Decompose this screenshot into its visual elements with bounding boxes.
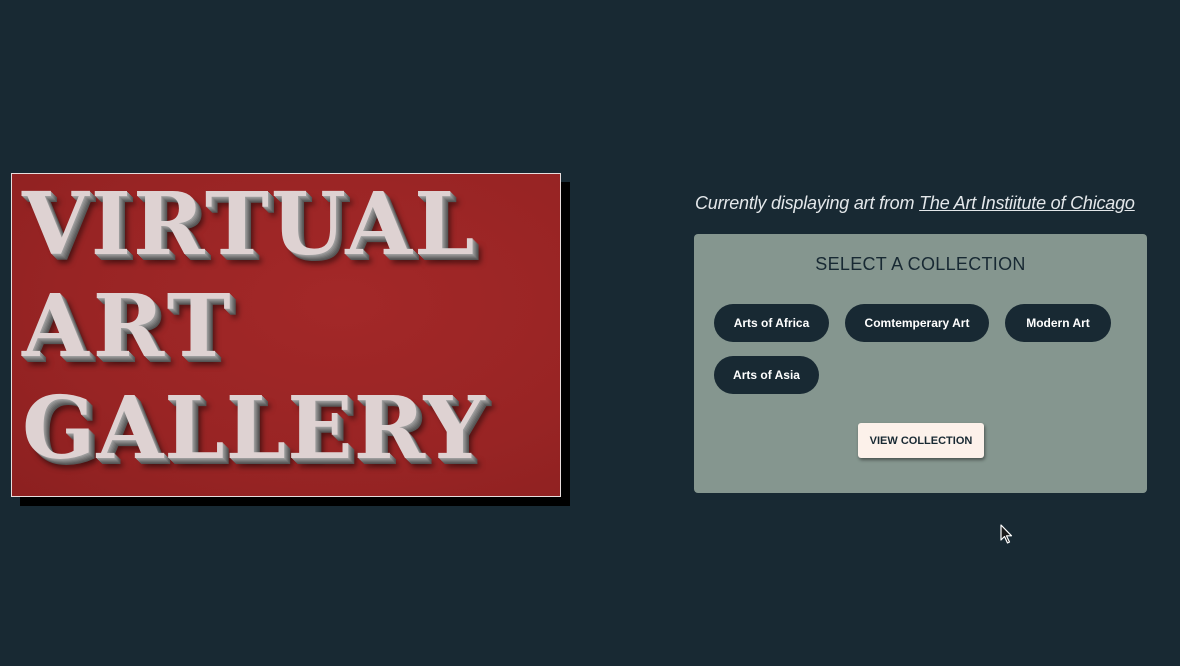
source-link[interactable]: The Art Instiitute of Chicago (919, 193, 1135, 213)
collection-button-arts-of-asia[interactable]: Arts of Asia (714, 356, 819, 394)
collection-button-arts-of-africa[interactable]: Arts of Africa (714, 304, 829, 342)
mouse-pointer-icon (1000, 524, 1013, 544)
hero-logo: VIRTUAL ART GALLERY (11, 173, 570, 506)
collection-button-modern-art[interactable]: Modern Art (1005, 304, 1111, 342)
collection-button-contemporary-art[interactable]: Comtemperary Art (845, 304, 989, 342)
hero-banner: VIRTUAL ART GALLERY (11, 173, 561, 497)
view-collection-button[interactable]: VIEW COLLECTION (858, 423, 984, 458)
hero-title-line-2: ART (22, 276, 235, 377)
hero-title-line-1: VIRTUAL (22, 174, 477, 275)
panel-title: SELECT A COLLECTION (815, 254, 1026, 274)
collection-panel: SELECT A COLLECTION Arts of Africa Comte… (694, 234, 1147, 493)
source-prefix: Currently displaying art from (695, 193, 920, 213)
hero-title-line-3: GALLERY (22, 378, 486, 479)
page: VIRTUAL ART GALLERY Currently displaying… (0, 0, 1180, 666)
source-caption: Currently displaying art from The Art In… (695, 193, 1155, 214)
